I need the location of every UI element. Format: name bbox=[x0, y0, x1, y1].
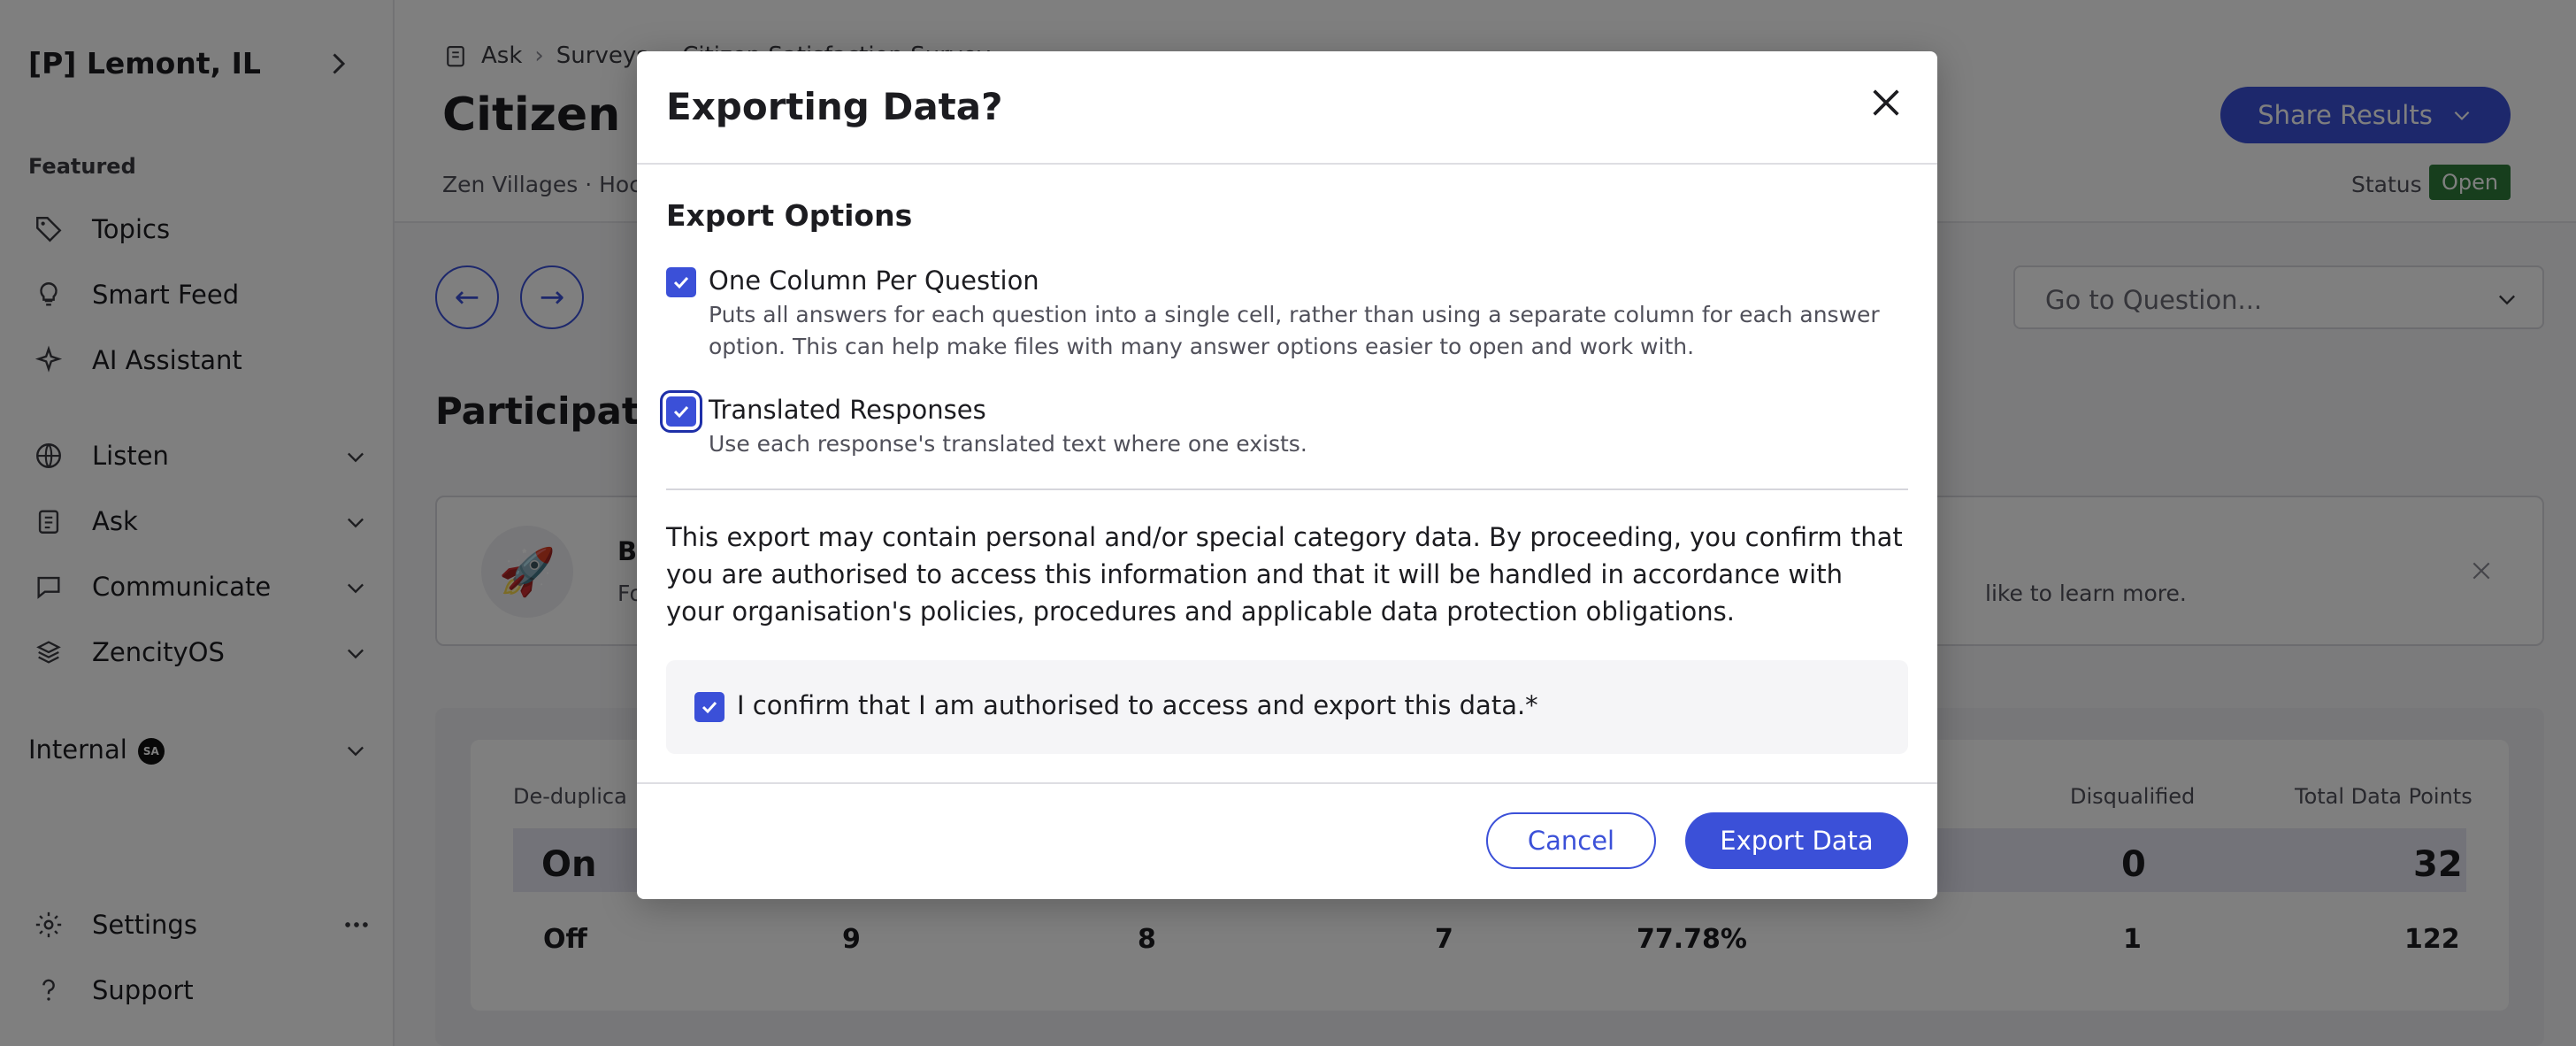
confirm-authorisation-box: I confirm that I am authorised to access… bbox=[666, 660, 1908, 754]
data-protection-disclaimer: This export may contain personal and/or … bbox=[666, 522, 1903, 627]
translated-responses-label[interactable]: Translated Responses bbox=[709, 395, 986, 425]
options-divider bbox=[666, 488, 1908, 490]
checkmark-icon bbox=[673, 405, 689, 419]
export-data-button[interactable]: Export Data bbox=[1685, 812, 1908, 869]
dialog-title: Exporting Data? bbox=[666, 85, 1003, 128]
one-column-checkbox[interactable] bbox=[666, 267, 696, 297]
checkmark-icon bbox=[673, 276, 689, 289]
one-column-label[interactable]: One Column Per Question bbox=[709, 265, 1039, 296]
close-icon[interactable] bbox=[1868, 85, 1904, 120]
checkmark-icon bbox=[702, 701, 717, 714]
translated-responses-description: Use each response's translated text wher… bbox=[709, 431, 1307, 457]
export-options-heading: Export Options bbox=[666, 198, 913, 233]
translated-responses-checkbox[interactable] bbox=[666, 396, 696, 427]
export-data-dialog: Exporting Data? Export Options One Colum… bbox=[637, 51, 1937, 899]
confirm-authorisation-checkbox[interactable] bbox=[694, 692, 724, 722]
cancel-button[interactable]: Cancel bbox=[1486, 812, 1656, 869]
one-column-description: Puts all answers for each question into … bbox=[709, 302, 1880, 359]
confirm-authorisation-label[interactable]: I confirm that I am authorised to access… bbox=[737, 690, 1538, 720]
dialog-footer-divider bbox=[637, 782, 1937, 784]
dialog-header-divider bbox=[637, 163, 1937, 165]
